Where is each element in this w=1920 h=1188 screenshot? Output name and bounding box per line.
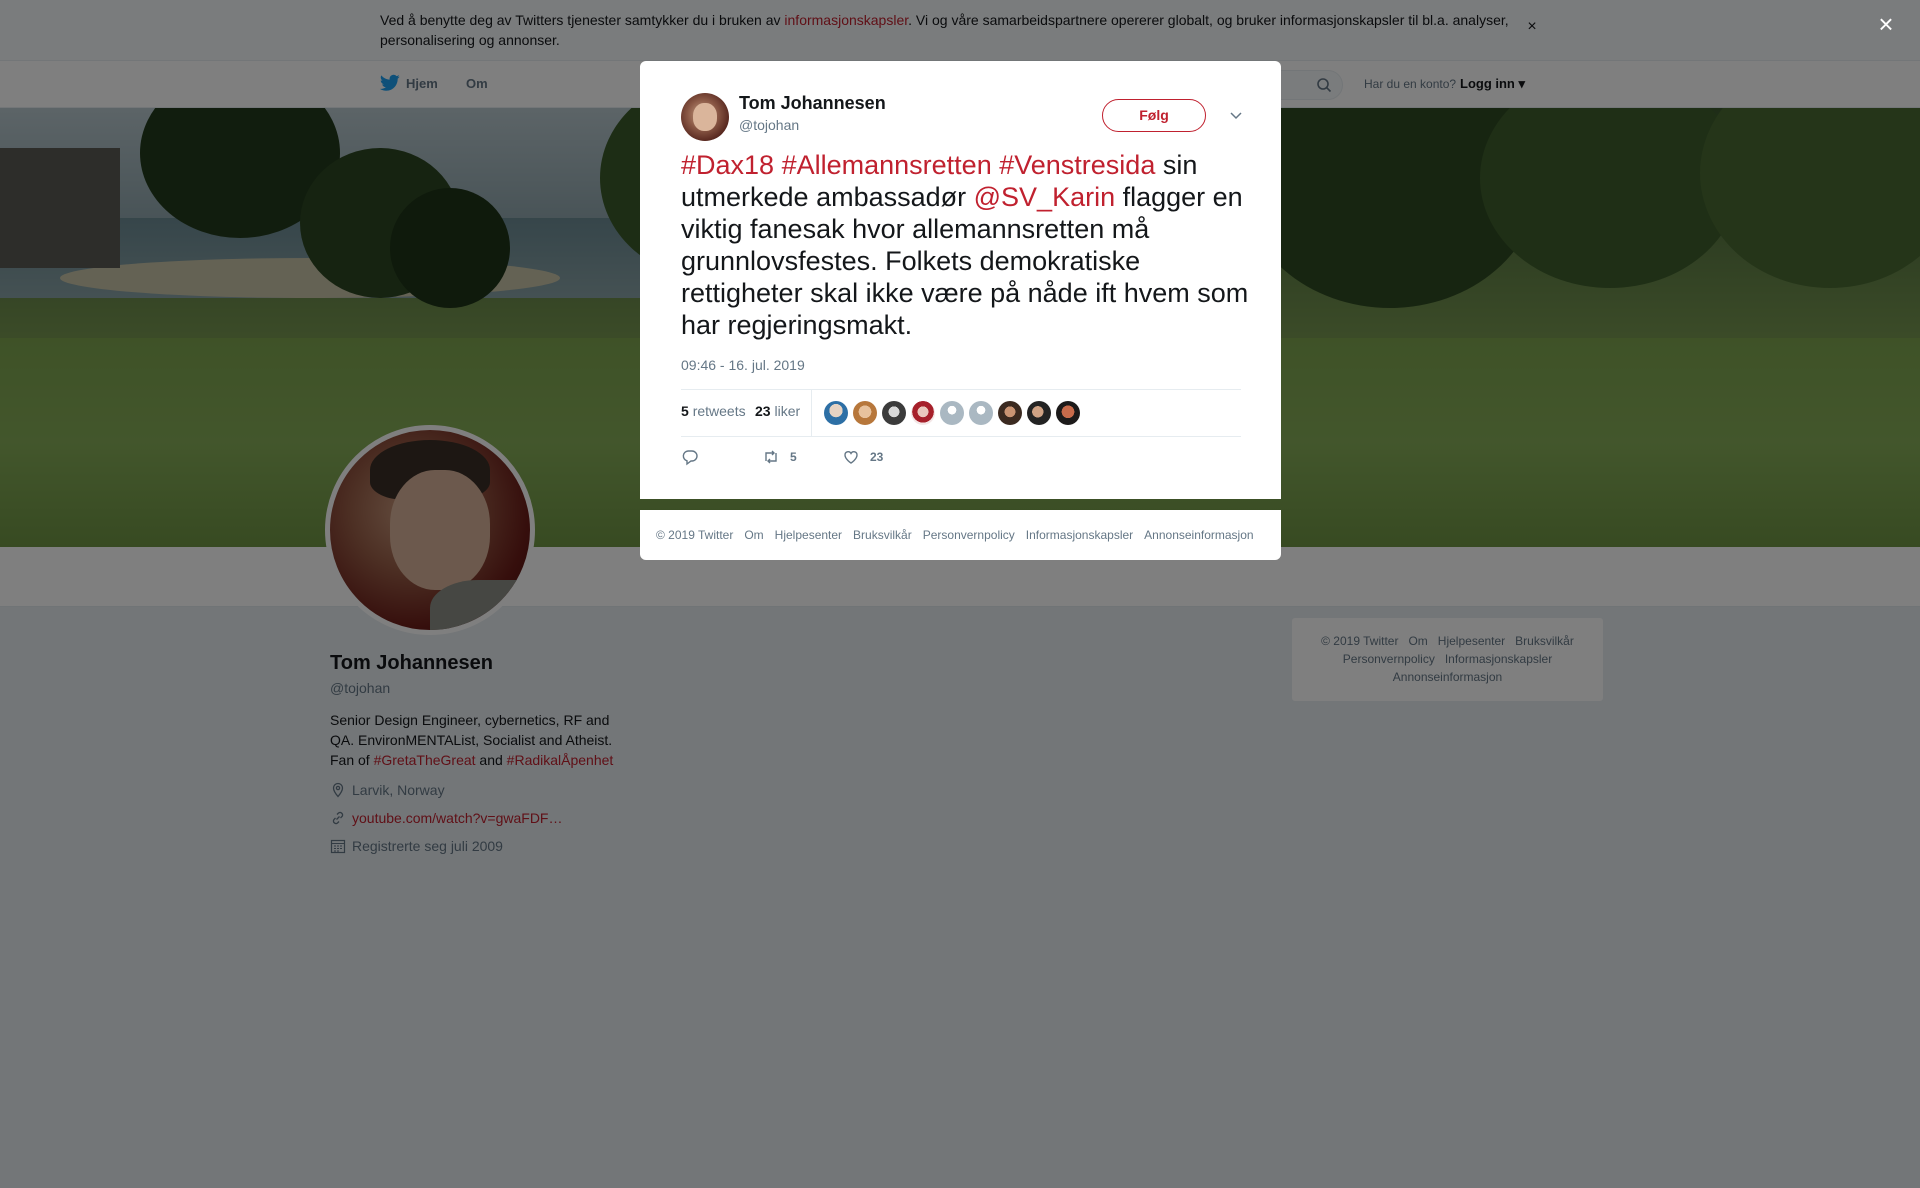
avatar[interactable] [969,401,993,425]
retweet-icon [765,450,777,464]
hashtag-link[interactable]: #Allemannsretten [782,150,992,180]
retweet-button[interactable]: 5 [762,448,797,466]
avatar[interactable] [824,401,848,425]
tweet-modal: Tom Johannesen @tojohan Følg #Dax18 #All… [640,61,1281,499]
tweet-timestamp[interactable]: 09:46 - 16. jul. 2019 [681,357,805,373]
follow-button[interactable]: Følg [1102,99,1206,132]
like-button[interactable]: 23 [842,448,883,466]
hashtag-link[interactable]: #Venstresida [999,150,1155,180]
tweet-author-name[interactable]: Tom Johannesen [739,93,886,114]
chevron-down-icon[interactable] [1227,106,1245,124]
footer-link[interactable]: © 2019 Twitter [656,528,733,542]
avatar[interactable] [911,401,935,425]
avatar[interactable] [882,401,906,425]
reply-icon [682,450,698,466]
footer-link[interactable]: Informasjonskapsler [1026,528,1133,542]
mention-link[interactable]: @SV_Karin [974,182,1115,212]
close-icon[interactable]: × [1874,11,1898,37]
footer-link[interactable]: Personvernpolicy [923,528,1015,542]
reply-button[interactable] [681,448,699,466]
tweet-avatar[interactable] [681,93,729,141]
tweet-text: #Dax18 #Allemannsretten #Venstresida sin… [681,150,1249,340]
tweet-actions: 5 23 [681,448,981,472]
hashtag-link[interactable]: #Dax18 [681,150,774,180]
footer-link[interactable]: Om [744,528,763,542]
footer-link[interactable]: Hjelpesenter [775,528,842,542]
footer-link[interactable]: Annonseinformasjon [1144,528,1253,542]
tweet-stats: 5 retweets 23 liker [681,389,1241,437]
footer-link[interactable]: Bruksvilkår [853,528,912,542]
modal-footer: © 2019 Twitter Om Hjelpesenter Bruksvilk… [640,510,1281,560]
avatar[interactable] [853,401,877,425]
liker-avatars [824,401,1080,425]
like-stat[interactable]: 23 liker [755,403,800,419]
avatar[interactable] [1027,401,1051,425]
heart-icon [844,451,858,464]
tweet-author-handle[interactable]: @tojohan [739,117,799,133]
avatar[interactable] [1056,401,1080,425]
avatar[interactable] [998,401,1022,425]
avatar[interactable] [940,401,964,425]
retweet-stat[interactable]: 5 retweets [681,403,746,419]
